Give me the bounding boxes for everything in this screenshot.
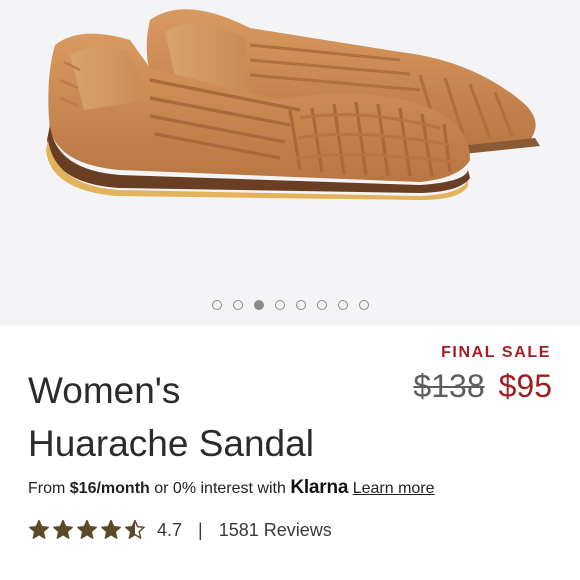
gallery-dot[interactable] [358,300,369,310]
gallery-pagination[interactable] [0,298,580,314]
learn-more-link[interactable]: Learn more [353,480,435,497]
product-title: Women's Huarache Sandal [28,364,314,470]
gallery-dot[interactable] [232,300,243,310]
gallery-dot[interactable] [211,300,222,310]
gallery-dot[interactable] [337,300,348,310]
financing-middle: or 0% interest with [154,480,286,497]
original-price: $138 [413,368,485,404]
product-image [46,9,540,200]
gallery-dot[interactable] [253,300,264,310]
price-block: $138 $95 [413,368,552,405]
product-gallery[interactable] [0,0,580,326]
star-full-icon [77,519,97,539]
reviews-link[interactable]: 1581 Reviews [219,520,332,541]
gallery-dot[interactable] [295,300,306,310]
star-full-icon [53,519,73,539]
final-sale-badge: FINAL SALE [441,344,551,361]
rating-value: 4.7 [157,519,183,540]
rating-separator: | [198,519,203,540]
klarna-logo: Klarna [290,477,349,498]
sale-price: $95 [498,368,552,404]
truncated-text-line [28,574,278,580]
gallery-dot[interactable] [274,300,285,310]
product-title-line-2: Huarache Sandal [28,423,314,464]
star-rating [28,519,146,541]
financing-amount: $16/month [69,480,150,497]
star-full-icon [101,519,121,539]
financing-prefix: From [28,480,66,497]
star-full-icon [29,519,49,539]
star-half-icon [125,519,145,539]
financing-message: From $16/month or 0% interest with Klarn… [28,477,435,499]
gallery-dot[interactable] [316,300,327,310]
rating-summary[interactable]: 4.7 | 1581 Reviews [28,519,332,541]
product-title-line-1: Women's [28,370,181,411]
